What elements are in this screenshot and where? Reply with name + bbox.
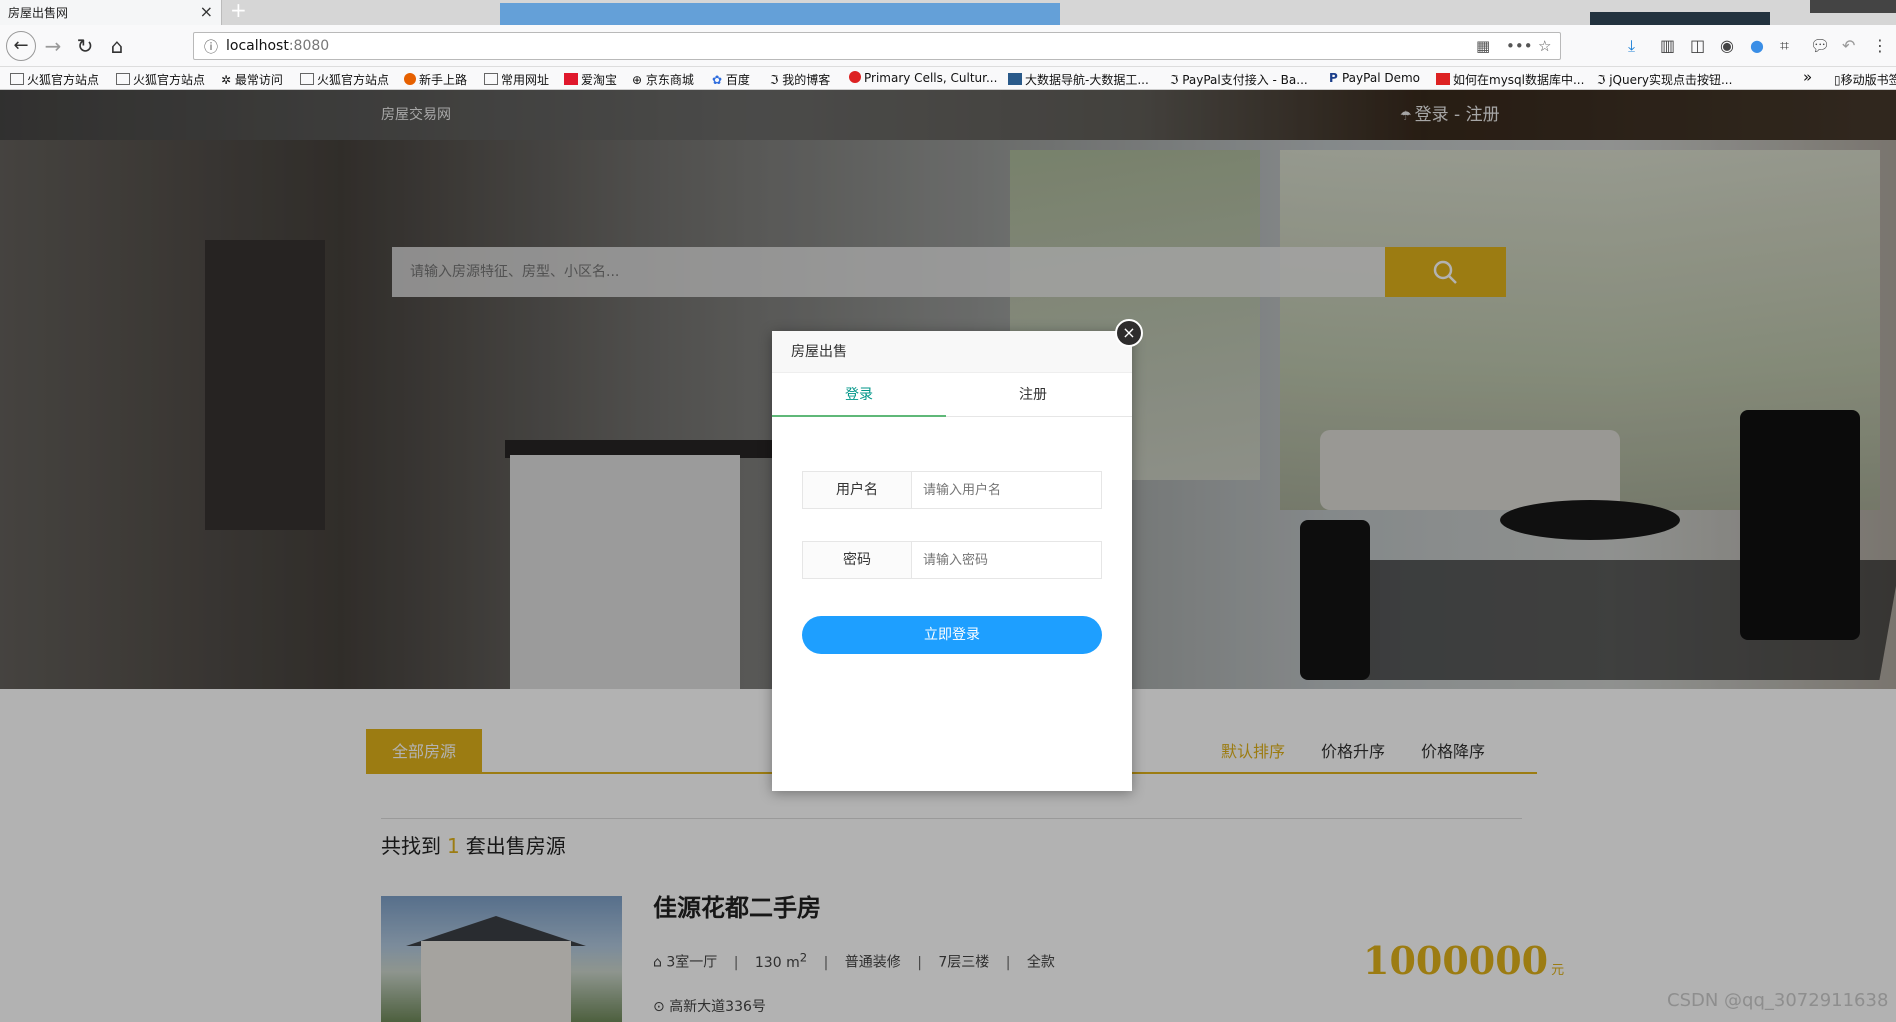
download-icon[interactable]: ⤓ (1628, 36, 1635, 56)
bookmark-item[interactable]: Primary Cells, Cultur... (849, 71, 997, 85)
url-bar[interactable]: ⓘ localhost:8080 ▦ ••• ☆ (193, 32, 1561, 60)
bookmark-item[interactable]: ⊕ 京东商城 (632, 71, 694, 88)
bookmark-item[interactable]: ℑ 我的博客 (770, 71, 830, 88)
bookmark-item[interactable]: ℑ PayPal支付接入 - Ba... (1170, 71, 1308, 88)
bookmark-item[interactable]: ✲ 最常访问 (221, 71, 283, 88)
bookmarks-bar: 火狐官方站点 火狐官方站点 ✲ 最常访问 火狐官方站点 新手上路 常用网址 爱淘… (0, 67, 1896, 90)
browser-navbar: ← → ↻ ⌂ ⓘ localhost:8080 ▦ ••• ☆ ⤓ ▥ ◫ ◉… (0, 25, 1896, 67)
modal-header: 房屋出售 (772, 331, 1132, 373)
folder-icon (484, 73, 498, 85)
url-text[interactable]: localhost:8080 (226, 38, 329, 54)
browser-tab-strip: 房屋出售网 × + (0, 0, 1896, 25)
bookmark-item[interactable]: 火狐官方站点 (300, 71, 389, 88)
bookmark-item[interactable]: 常用网址 (484, 71, 549, 88)
firefox-icon (404, 73, 416, 85)
folder-icon (116, 73, 130, 85)
password-input[interactable] (913, 542, 1101, 578)
menu-icon[interactable]: ⋮ (1872, 36, 1888, 55)
sidebar-icon[interactable]: ◫ (1690, 36, 1705, 55)
background-strip (1590, 12, 1770, 25)
page: 房屋交易网 ☂登录 - 注册 全部房源 默认排序 价格升序 价格降序 共找到1套… (0, 90, 1896, 1022)
site-info-icon[interactable]: ⓘ (204, 37, 218, 57)
undo-icon[interactable]: ↶ (1842, 36, 1855, 55)
blog-icon: ℑ (1597, 73, 1610, 87)
blog-icon: ℑ (770, 73, 783, 87)
baidu-paw-icon: ✿ (712, 73, 726, 87)
chat-icon[interactable]: 💬︎ (1810, 36, 1830, 55)
mobile-bookmarks[interactable]: ▯移动版书签 (1834, 71, 1896, 88)
folder-icon (300, 73, 314, 85)
bookmark-item[interactable]: 新手上路 (404, 71, 467, 88)
tab-title: 房屋出售网 (8, 6, 69, 20)
bookmark-item[interactable]: 如何在mysql数据库中... (1436, 71, 1584, 88)
crop-icon[interactable]: ⌗ (1780, 36, 1789, 56)
qr-code-icon[interactable]: ▦ (1476, 37, 1490, 55)
csdn-icon (1436, 73, 1450, 85)
gear-icon: ✲ (221, 73, 235, 87)
password-label: 密码 (803, 542, 912, 578)
folder-icon (10, 73, 24, 85)
bookmark-item[interactable]: 火狐官方站点 (116, 71, 205, 88)
username-row: 用户名 (802, 471, 1102, 509)
modal-title: 房屋出售 (791, 344, 847, 360)
bookmark-item[interactable]: ✿ 百度 (712, 71, 750, 88)
close-icon[interactable]: × (1115, 319, 1143, 347)
mobile-icon: ▯ (1834, 73, 1841, 87)
tab-register[interactable]: 注册 (946, 373, 1120, 417)
password-row: 密码 (802, 541, 1102, 579)
site-icon (849, 71, 861, 83)
site-icon (1008, 73, 1022, 85)
paypal-icon: P (1329, 71, 1342, 85)
library-icon[interactable]: ▥ (1660, 36, 1675, 55)
username-input[interactable] (913, 472, 1101, 508)
bookmark-item[interactable]: 爱淘宝 (564, 71, 617, 88)
blog-icon: ℑ (1170, 73, 1183, 87)
globe-icon: ⊕ (632, 73, 646, 87)
url-host: localhost (226, 38, 289, 54)
tab-close-icon[interactable]: × (200, 2, 213, 21)
page-actions-icon[interactable]: ••• (1506, 37, 1533, 55)
bookmark-item[interactable]: 火狐官方站点 (10, 71, 99, 88)
account-icon[interactable]: ◉ (1720, 36, 1734, 55)
bookmark-item[interactable]: ℑ jQuery实现点击按钮... (1597, 71, 1732, 88)
new-tab-button[interactable]: + (230, 0, 247, 20)
bookmark-star-icon[interactable]: ☆ (1538, 37, 1551, 55)
browser-tab-active[interactable]: 房屋出售网 × (0, 0, 222, 25)
tab-login[interactable]: 登录 (772, 373, 946, 417)
login-modal: 房屋出售 登录 注册 用户名 密码 立即登录 (772, 331, 1132, 791)
bookmarks-overflow-icon[interactable]: » (1803, 68, 1812, 86)
back-arrow-icon[interactable]: ← (6, 31, 36, 61)
modal-tabs: 登录 注册 (772, 373, 1132, 417)
url-port: :8080 (288, 38, 330, 54)
reload-icon[interactable]: ↻ (72, 33, 98, 59)
username-label: 用户名 (803, 472, 912, 508)
globe-icon[interactable]: ● (1750, 36, 1764, 55)
forward-arrow-icon[interactable]: → (40, 33, 66, 59)
login-submit-button[interactable]: 立即登录 (802, 616, 1102, 654)
background-strip (500, 3, 1060, 25)
background-strip (1810, 0, 1896, 13)
taobao-icon (564, 73, 578, 85)
home-icon[interactable]: ⌂ (104, 33, 130, 59)
bookmark-item[interactable]: 大数据导航-大数据工... (1008, 71, 1149, 88)
bookmark-item[interactable]: P PayPal Demo (1329, 71, 1420, 85)
